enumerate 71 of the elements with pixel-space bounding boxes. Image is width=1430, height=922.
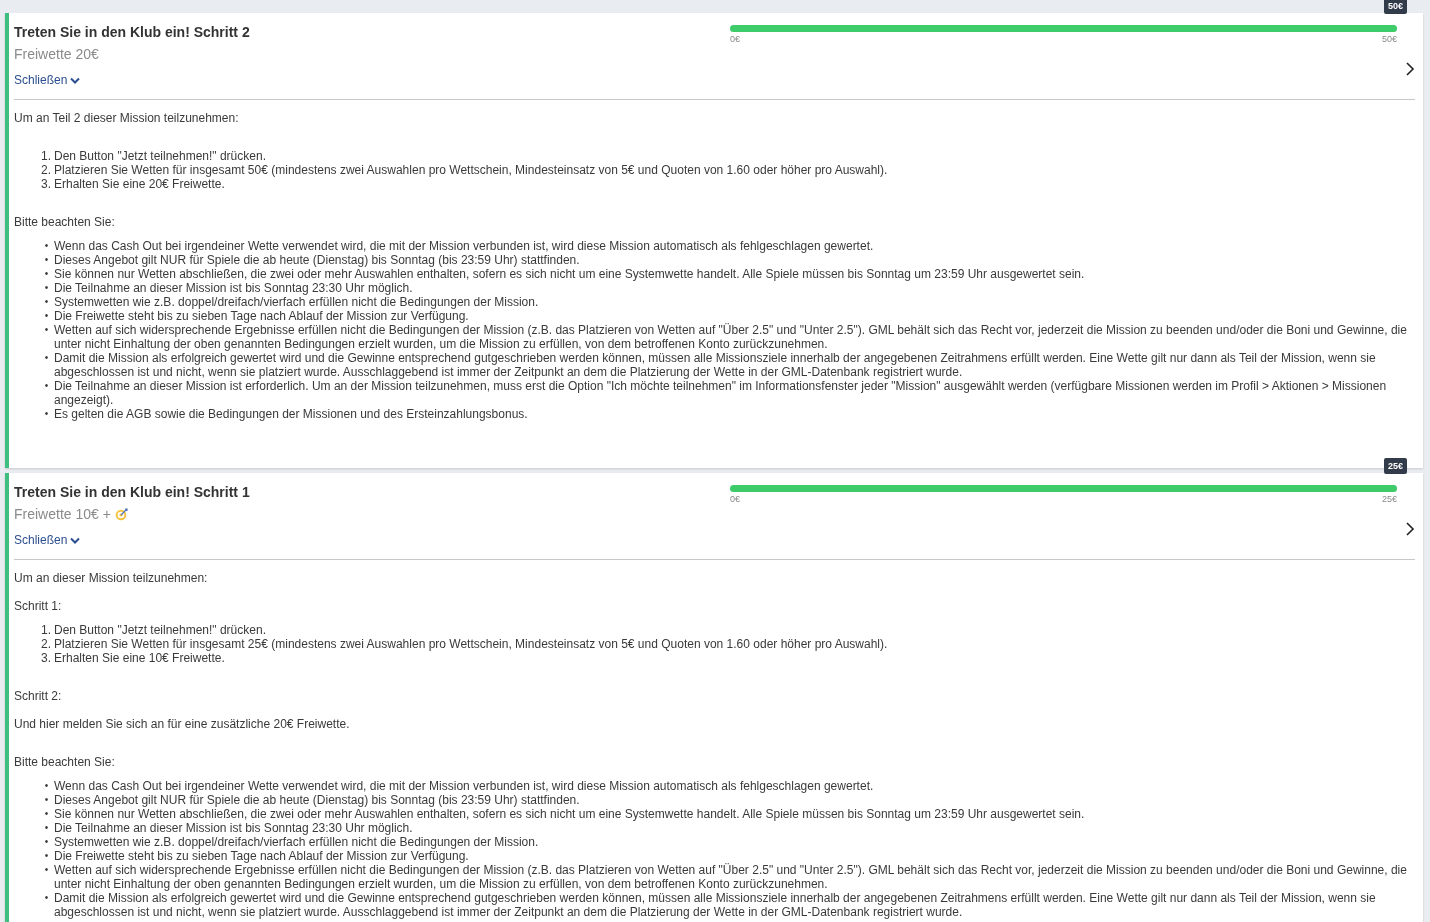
bullet-marker: • (43, 281, 50, 295)
terms-item: Wetten auf sich widersprechende Ergebnisse erfüllen nicht die Bedingungen der Mission (z.B. das Platzieren von Wetten auf "Über 2.5" und "Unter 2.5"). GML behält sich das Recht vor, jederzeit die Mission zu beenden und/oder die Boni und Gewinne, die unter nicht Einhaltung der oben genannten Bedingungen erzielt wurden, um die Mission zu erfüllen, von dem betroffenen Konto zurückzunehmen. (54, 863, 1408, 891)
terms-item: Die Teilnahme an dieser Mission ist bis Sonntag 23:30 Uhr möglich. (54, 821, 413, 835)
step-item: Erhalten Sie eine 20€ Freiwette. (54, 177, 225, 191)
bullet-marker: • (43, 863, 50, 877)
step-number: 2. (41, 163, 52, 177)
step-number: 1. (41, 623, 52, 637)
bullet-marker: • (43, 379, 50, 393)
bullet-marker: • (43, 295, 50, 309)
terms-item: Die Freiwette steht bis zu sieben Tage nach Ablauf der Mission zur Verfügung. (54, 849, 469, 863)
bullet-marker: • (43, 821, 50, 835)
bullet-marker: • (43, 849, 50, 863)
reward-text: Freiwette 20€ (14, 45, 99, 63)
body-text: Bitte beachten Sie: (14, 755, 116, 769)
bullet-marker: • (43, 253, 50, 267)
reward-text: Freiwette 10€ + (14, 505, 111, 523)
terms-item: Die Teilnahme an dieser Mission ist erforderlich. Um an der Mission teilzunehmen, muss erst die Option "Ich möchte teilnehmen" im Informationsfenster jeder "Mission" ausgewählt werden (verfügbare Missionen werden im Profil > Aktionen > Missionen angezeigt). (54, 379, 1388, 407)
terms-item: Systemwetten wie z.B. doppel/dreifach/vierfach erfüllen nicht die Bedingungen der Mission. (54, 835, 539, 849)
collapse-toggle[interactable]: Schließen (14, 73, 81, 87)
step-item: Platzieren Sie Wetten für insgesamt 25€ (mindestens zwei Auswahlen pro Wettschein, Mindesteinsatz von 5€ und Quoten von 1.60 oder höher pro Auswahl). (54, 637, 888, 651)
progress-tooltip: 50€ (1383, 0, 1407, 14)
step-number: 3. (41, 651, 52, 665)
step-number: 2. (41, 637, 52, 651)
step-item: Platzieren Sie Wetten für insgesamt 50€ (mindestens zwei Auswahlen pro Wettschein, Mindesteinsatz von 5€ und Quoten von 1.60 oder höher pro Auswahl). (54, 163, 888, 177)
terms-item: Dieses Angebot gilt NUR für Spiele die ab heute (Dienstag) bis Sonntag (bis 23:59 Uhr) stattfinden. (54, 793, 580, 807)
body-text: Und hier melden Sie sich an für eine zusätzliche 20€ Freiwette. (14, 717, 351, 731)
chevron-right-icon[interactable] (1405, 62, 1415, 76)
body-text: Schritt 1: (14, 599, 63, 613)
chevron-down-icon (70, 536, 81, 544)
terms-item: Es gelten die AGB sowie die Bedingungen der Missionen und des Ersteinzahlungsbonus. (54, 407, 528, 421)
progress-max-label: 25€ (1381, 494, 1397, 504)
terms-item: Die Teilnahme an dieser Mission ist bis Sonntag 23:30 Uhr möglich. (54, 281, 413, 295)
terms-item: Sie können nur Wetten abschließen, die zwei oder mehr Auswahlen enthalten, sofern es sich nicht um eine Systemwette handelt. Alle Spiele müssen bis Sonntag um 23:59 Uhr ausgewertet sein. (54, 267, 1085, 281)
progress-max-label: 50€ (1381, 34, 1397, 44)
step-number: 1. (41, 149, 52, 163)
bullet-marker: • (43, 323, 50, 337)
bullet-marker: • (43, 891, 50, 905)
bullet-marker: • (43, 239, 50, 253)
body-text: Bitte beachten Sie: (14, 215, 116, 229)
mission-title: Treten Sie in den Klub ein! Schritt 2 (14, 24, 251, 40)
bullet-marker: • (43, 267, 50, 281)
step-item: Den Button "Jetzt teilnehmen!" drücken. (54, 623, 266, 637)
terms-item: Damit die Mission als erfolgreich gewertet wird und die Gewinne entsprechend gutgeschrieben werden können, müssen alle Missionsziele innerhalb der angegebenen Zeitrahmens erfüllt werden. Eine Wette gilt nur dann als Teil der Mission, wenn sie abgeschlossen ist und nicht, wenn sie platziert wurde. Ausschlaggebend ist immer der Zeitpunkt an dem die Platzierung der Wette in der GML-Datenbank registriert wurde. (54, 351, 1377, 379)
progress-tooltip: 25€ (1383, 458, 1407, 474)
bullet-marker: • (43, 835, 50, 849)
bullet-marker: • (43, 793, 50, 807)
progress-min-label: 0€ (730, 34, 740, 44)
terms-item: Die Freiwette steht bis zu sieben Tage nach Ablauf der Mission zur Verfügung. (54, 309, 469, 323)
collapse-toggle[interactable]: Schließen (14, 533, 81, 547)
body-text: Um an dieser Mission teilzunehmen: (14, 571, 209, 585)
bullet-marker: • (43, 351, 50, 365)
bullet-marker: • (43, 807, 50, 821)
bullet-marker: • (43, 309, 50, 323)
terms-item: Sie können nur Wetten abschließen, die zwei oder mehr Auswahlen enthalten, sofern es sich nicht um eine Systemwette handelt. Alle Spiele müssen bis Sonntag um 23:59 Uhr ausgewertet sein. (54, 807, 1085, 821)
terms-item: Wenn das Cash Out bei irgendeiner Wette verwendet wird, die mit der Mission verbunden ist, wird diese Mission automatisch als fehlgeschlagen gewertet. (54, 779, 874, 793)
step-item: Den Button "Jetzt teilnehmen!" drücken. (54, 149, 266, 163)
terms-item: Wenn das Cash Out bei irgendeiner Wette verwendet wird, die mit der Mission verbunden ist, wird diese Mission automatisch als fehlgeschlagen gewertet. (54, 239, 874, 253)
body-text: Schritt 2: (14, 689, 63, 703)
chevron-right-icon[interactable] (1405, 522, 1415, 536)
terms-item: Dieses Angebot gilt NUR für Spiele die ab heute (Dienstag) bis Sonntag (bis 23:59 Uhr) stattfinden. (54, 253, 580, 267)
bullet-marker: • (43, 779, 50, 793)
chevron-down-icon (70, 76, 81, 84)
step-number: 3. (41, 177, 52, 191)
step-item: Erhalten Sie eine 10€ Freiwette. (54, 651, 225, 665)
mission-title: Treten Sie in den Klub ein! Schritt 1 (14, 484, 251, 500)
terms-item: Wetten auf sich widersprechende Ergebnisse erfüllen nicht die Bedingungen der Mission (z.B. das Platzieren von Wetten auf "Über 2.5" und "Unter 2.5"). GML behält sich das Recht vor, jederzeit die Mission zu beenden und/oder die Boni und Gewinne, die unter nicht Einhaltung der oben genannten Bedingungen erzielt wurden, um die Mission zu erfüllen, von dem betroffenen Konto zurückzunehmen. (54, 323, 1408, 351)
progress-min-label: 0€ (730, 494, 740, 504)
bullet-marker: • (43, 407, 50, 421)
body-text: Um an Teil 2 dieser Mission teilzunehmen: (14, 111, 240, 125)
terms-item: Damit die Mission als erfolgreich gewertet wird und die Gewinne entsprechend gutgeschrieben werden können, müssen alle Missionsziele innerhalb der angegebenen Zeitrahmens erfüllt werden. Eine Wette gilt nur dann als Teil der Mission, wenn sie abgeschlossen ist und nicht, wenn sie platziert wurde. Ausschlaggebend ist immer der Zeitpunkt an dem die Platzierung der Wette in der GML-Datenbank registriert wurde. (54, 891, 1377, 919)
terms-item: Systemwetten wie z.B. doppel/dreifach/vierfach erfüllen nicht die Bedingungen der Mission. (54, 295, 539, 309)
